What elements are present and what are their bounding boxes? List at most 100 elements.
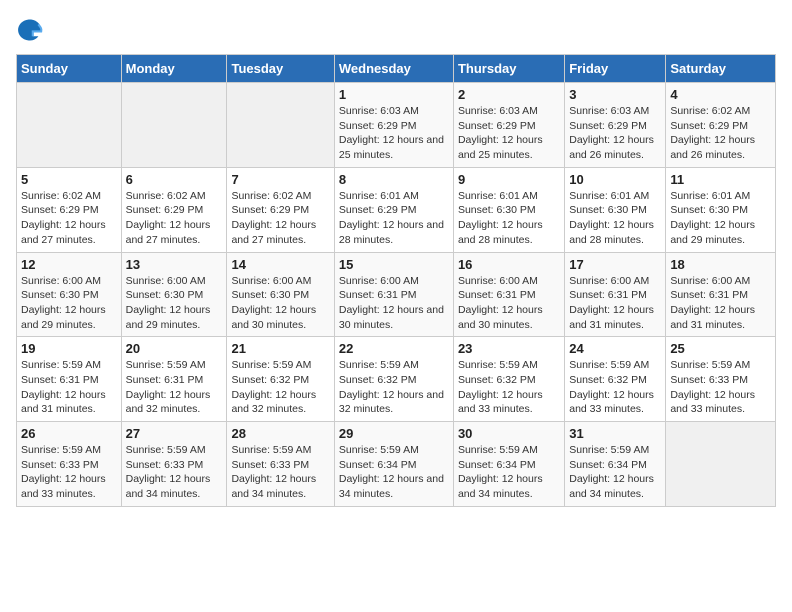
- day-info: Sunrise: 6:01 AM Sunset: 6:29 PM Dayligh…: [339, 189, 449, 248]
- day-number: 19: [21, 341, 117, 356]
- day-number: 2: [458, 87, 560, 102]
- calendar-cell: 20 Sunrise: 5:59 AM Sunset: 6:31 PM Dayli…: [121, 337, 227, 422]
- day-info: Sunrise: 5:59 AM Sunset: 6:31 PM Dayligh…: [21, 358, 117, 417]
- day-info: Sunrise: 6:00 AM Sunset: 6:30 PM Dayligh…: [21, 274, 117, 333]
- day-info: Sunrise: 5:59 AM Sunset: 6:33 PM Dayligh…: [21, 443, 117, 502]
- calendar-cell: 16 Sunrise: 6:00 AM Sunset: 6:31 PM Dayli…: [453, 252, 564, 337]
- calendar-cell: 1 Sunrise: 6:03 AM Sunset: 6:29 PM Daylig…: [334, 83, 453, 168]
- day-info: Sunrise: 6:00 AM Sunset: 6:30 PM Dayligh…: [231, 274, 329, 333]
- day-number: 22: [339, 341, 449, 356]
- day-number: 27: [126, 426, 223, 441]
- calendar-cell: 31 Sunrise: 5:59 AM Sunset: 6:34 PM Dayli…: [565, 422, 666, 507]
- day-number: 31: [569, 426, 661, 441]
- weekday-header-monday: Monday: [121, 55, 227, 83]
- day-info: Sunrise: 6:00 AM Sunset: 6:31 PM Dayligh…: [670, 274, 771, 333]
- day-info: Sunrise: 6:03 AM Sunset: 6:29 PM Dayligh…: [569, 104, 661, 163]
- day-info: Sunrise: 6:00 AM Sunset: 6:31 PM Dayligh…: [569, 274, 661, 333]
- calendar-cell: 29Sunrise: 5:59 AM Sunset: 6:34 PM Dayli…: [334, 422, 453, 507]
- day-info: Sunrise: 6:02 AM Sunset: 6:29 PM Dayligh…: [126, 189, 223, 248]
- calendar-cell: 30 Sunrise: 5:59 AM Sunset: 6:34 PM Dayli…: [453, 422, 564, 507]
- day-info: Sunrise: 5:59 AM Sunset: 6:34 PM Dayligh…: [569, 443, 661, 502]
- calendar-week-row: 12 Sunrise: 6:00 AM Sunset: 6:30 PM Dayli…: [17, 252, 776, 337]
- calendar-cell: 22 Sunrise: 5:59 AM Sunset: 6:32 PM Dayli…: [334, 337, 453, 422]
- logo: [16, 16, 46, 44]
- calendar-cell: 2 Sunrise: 6:03 AM Sunset: 6:29 PM Daylig…: [453, 83, 564, 168]
- weekday-header-row: SundayMondayTuesdayWednesdayThursdayFrid…: [17, 55, 776, 83]
- day-info: Sunrise: 5:59 AM Sunset: 6:33 PM Dayligh…: [670, 358, 771, 417]
- day-number: 12: [21, 257, 117, 272]
- day-info: Sunrise: 5:59 AM Sunset: 6:32 PM Dayligh…: [569, 358, 661, 417]
- day-info: Sunrise: 5:59 AM Sunset: 6:34 PM Dayligh…: [458, 443, 560, 502]
- day-info: Sunrise: 6:01 AM Sunset: 6:30 PM Dayligh…: [569, 189, 661, 248]
- day-info: Sunrise: 5:59 AM Sunset: 6:31 PM Dayligh…: [126, 358, 223, 417]
- calendar-cell: 3 Sunrise: 6:03 AM Sunset: 6:29 PM Daylig…: [565, 83, 666, 168]
- calendar-cell: 8 Sunrise: 6:01 AM Sunset: 6:29 PM Daylig…: [334, 167, 453, 252]
- day-number: 21: [231, 341, 329, 356]
- day-info: Sunrise: 6:03 AM Sunset: 6:29 PM Dayligh…: [458, 104, 560, 163]
- weekday-header-thursday: Thursday: [453, 55, 564, 83]
- day-info: Sunrise: 6:02 AM Sunset: 6:29 PM Dayligh…: [231, 189, 329, 248]
- calendar-cell: [17, 83, 122, 168]
- day-number: 3: [569, 87, 661, 102]
- day-info: Sunrise: 6:00 AM Sunset: 6:30 PM Dayligh…: [126, 274, 223, 333]
- calendar-cell: 17 Sunrise: 6:00 AM Sunset: 6:31 PM Dayli…: [565, 252, 666, 337]
- calendar-cell: 21 Sunrise: 5:59 AM Sunset: 6:32 PM Dayli…: [227, 337, 334, 422]
- calendar-cell: 24Sunrise: 5:59 AM Sunset: 6:32 PM Dayli…: [565, 337, 666, 422]
- calendar-cell: 26 Sunrise: 5:59 AM Sunset: 6:33 PM Dayli…: [17, 422, 122, 507]
- day-info: Sunrise: 5:59 AM Sunset: 6:33 PM Dayligh…: [231, 443, 329, 502]
- day-info: Sunrise: 5:59 AM Sunset: 6:33 PM Dayligh…: [126, 443, 223, 502]
- day-number: 8: [339, 172, 449, 187]
- day-number: 26: [21, 426, 117, 441]
- day-number: 5: [21, 172, 117, 187]
- calendar-cell: [121, 83, 227, 168]
- weekday-header-friday: Friday: [565, 55, 666, 83]
- calendar-cell: 7 Sunrise: 6:02 AM Sunset: 6:29 PM Daylig…: [227, 167, 334, 252]
- weekday-header-tuesday: Tuesday: [227, 55, 334, 83]
- calendar-week-row: 26 Sunrise: 5:59 AM Sunset: 6:33 PM Dayli…: [17, 422, 776, 507]
- weekday-header-sunday: Sunday: [17, 55, 122, 83]
- calendar-cell: 25Sunrise: 5:59 AM Sunset: 6:33 PM Dayli…: [666, 337, 776, 422]
- calendar-cell: [227, 83, 334, 168]
- day-info: Sunrise: 6:01 AM Sunset: 6:30 PM Dayligh…: [670, 189, 771, 248]
- calendar-cell: 6 Sunrise: 6:02 AM Sunset: 6:29 PM Daylig…: [121, 167, 227, 252]
- calendar-week-row: 5 Sunrise: 6:02 AM Sunset: 6:29 PM Daylig…: [17, 167, 776, 252]
- day-number: 7: [231, 172, 329, 187]
- day-info: Sunrise: 5:59 AM Sunset: 6:34 PM Dayligh…: [339, 443, 449, 502]
- logo-icon: [16, 16, 44, 44]
- calendar-cell: 14Sunrise: 6:00 AM Sunset: 6:30 PM Dayli…: [227, 252, 334, 337]
- calendar-cell: 15Sunrise: 6:00 AM Sunset: 6:31 PM Dayli…: [334, 252, 453, 337]
- day-number: 20: [126, 341, 223, 356]
- calendar-cell: 5Sunrise: 6:02 AM Sunset: 6:29 PM Daylig…: [17, 167, 122, 252]
- day-number: 1: [339, 87, 449, 102]
- day-number: 18: [670, 257, 771, 272]
- day-number: 10: [569, 172, 661, 187]
- day-info: Sunrise: 6:02 AM Sunset: 6:29 PM Dayligh…: [670, 104, 771, 163]
- calendar-cell: 19 Sunrise: 5:59 AM Sunset: 6:31 PM Dayli…: [17, 337, 122, 422]
- day-number: 4: [670, 87, 771, 102]
- day-number: 6: [126, 172, 223, 187]
- day-number: 15: [339, 257, 449, 272]
- calendar-week-row: 19 Sunrise: 5:59 AM Sunset: 6:31 PM Dayli…: [17, 337, 776, 422]
- day-info: Sunrise: 5:59 AM Sunset: 6:32 PM Dayligh…: [231, 358, 329, 417]
- day-number: 30: [458, 426, 560, 441]
- day-number: 9: [458, 172, 560, 187]
- calendar-cell: 27 Sunrise: 5:59 AM Sunset: 6:33 PM Dayli…: [121, 422, 227, 507]
- calendar-cell: 10 Sunrise: 6:01 AM Sunset: 6:30 PM Dayli…: [565, 167, 666, 252]
- day-number: 13: [126, 257, 223, 272]
- day-info: Sunrise: 6:00 AM Sunset: 6:31 PM Dayligh…: [458, 274, 560, 333]
- calendar-table: SundayMondayTuesdayWednesdayThursdayFrid…: [16, 54, 776, 507]
- calendar-cell: 11Sunrise: 6:01 AM Sunset: 6:30 PM Dayli…: [666, 167, 776, 252]
- day-info: Sunrise: 6:01 AM Sunset: 6:30 PM Dayligh…: [458, 189, 560, 248]
- day-number: 28: [231, 426, 329, 441]
- calendar-cell: [666, 422, 776, 507]
- day-info: Sunrise: 5:59 AM Sunset: 6:32 PM Dayligh…: [339, 358, 449, 417]
- calendar-cell: 12 Sunrise: 6:00 AM Sunset: 6:30 PM Dayli…: [17, 252, 122, 337]
- day-info: Sunrise: 6:03 AM Sunset: 6:29 PM Dayligh…: [339, 104, 449, 163]
- day-number: 17: [569, 257, 661, 272]
- calendar-cell: 9 Sunrise: 6:01 AM Sunset: 6:30 PM Daylig…: [453, 167, 564, 252]
- weekday-header-wednesday: Wednesday: [334, 55, 453, 83]
- calendar-cell: 18 Sunrise: 6:00 AM Sunset: 6:31 PM Dayli…: [666, 252, 776, 337]
- calendar-week-row: 1 Sunrise: 6:03 AM Sunset: 6:29 PM Daylig…: [17, 83, 776, 168]
- day-number: 16: [458, 257, 560, 272]
- page-header: [16, 16, 776, 44]
